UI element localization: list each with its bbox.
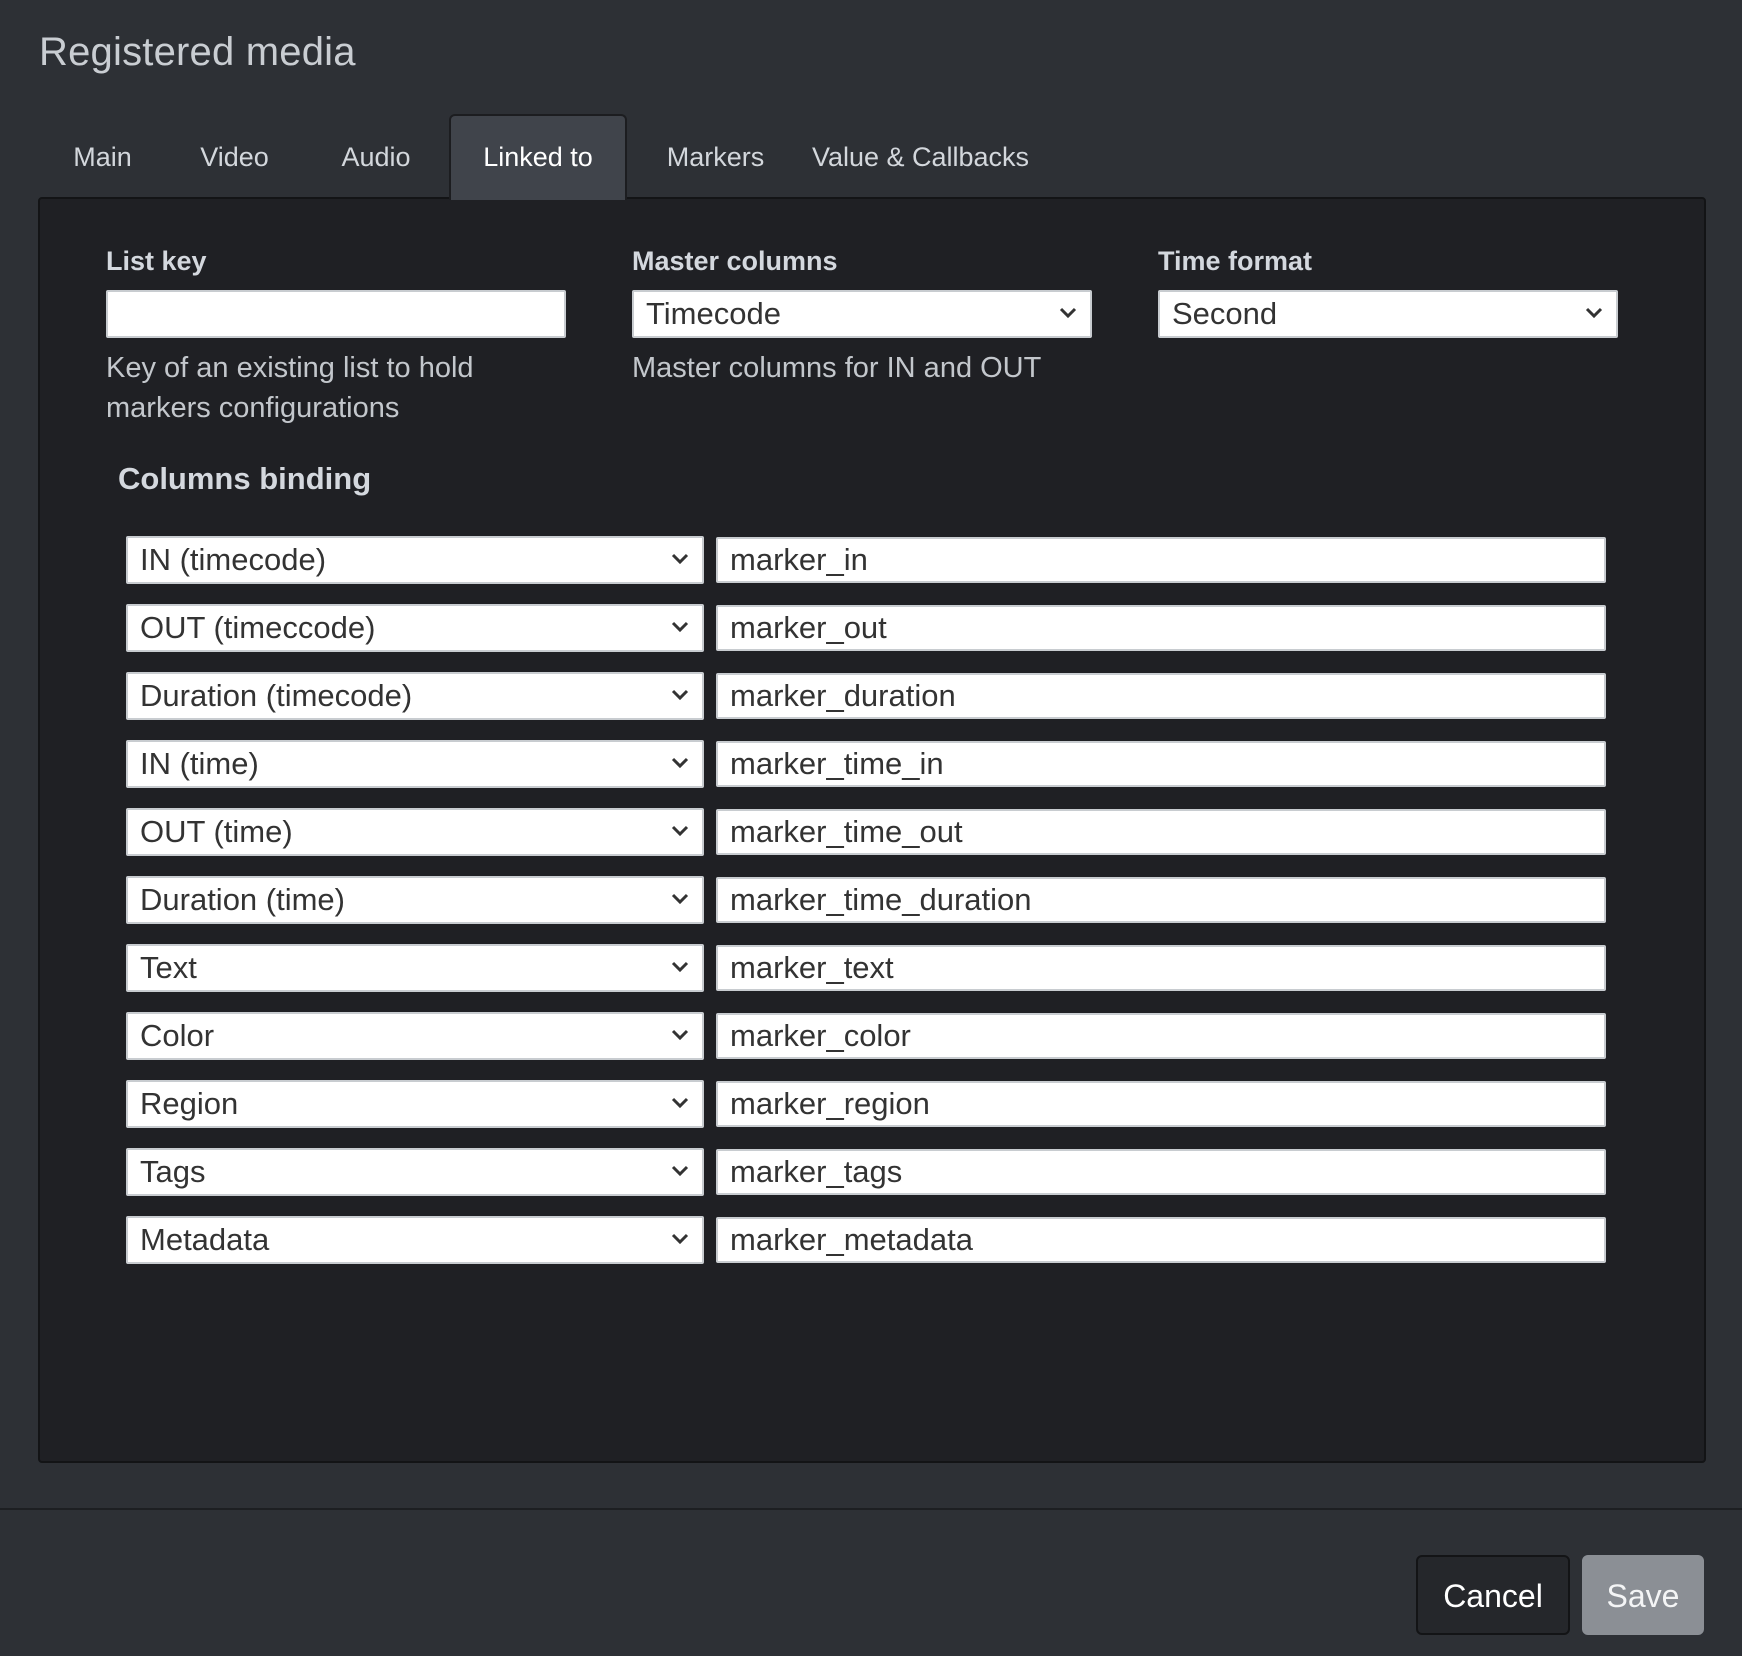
chevron-down-icon <box>671 553 689 565</box>
tab-video[interactable]: Video <box>166 114 303 198</box>
tab-linked-to[interactable]: Linked to <box>449 114 627 200</box>
master-columns-value: Timecode <box>646 296 781 331</box>
binding-column-value: OUT (time) <box>140 814 293 849</box>
binding-column-select[interactable]: Duration (timecode) <box>126 672 704 720</box>
footer-divider <box>0 1508 1742 1510</box>
binding-column-value: IN (time) <box>140 746 259 781</box>
tab-audio[interactable]: Audio <box>303 114 449 198</box>
chevron-down-icon <box>671 621 689 633</box>
tab-bar: Main Video Audio Linked to Markers Value… <box>39 114 1037 200</box>
binding-row: OUT (time) <box>126 808 1606 856</box>
binding-column-value: IN (timecode) <box>140 542 327 577</box>
binding-column-value: Duration (timecode) <box>140 678 413 713</box>
list-key-help: Key of an existing list to hold markers … <box>106 352 474 424</box>
binding-row: Region <box>126 1080 1606 1128</box>
binding-field-input[interactable] <box>716 809 1606 855</box>
binding-row: Color <box>126 1012 1606 1060</box>
binding-column-select[interactable]: Duration (time) <box>126 876 704 924</box>
list-key-input[interactable] <box>106 290 566 338</box>
binding-column-select[interactable]: Region <box>126 1080 704 1128</box>
chevron-down-icon <box>671 1097 689 1109</box>
binding-field-input[interactable] <box>716 537 1606 583</box>
binding-column-value: Text <box>140 950 197 985</box>
binding-field-input[interactable] <box>716 945 1606 991</box>
chevron-down-icon <box>671 893 689 905</box>
binding-row: IN (timecode) <box>126 536 1606 584</box>
time-format-value: Second <box>1172 296 1278 331</box>
save-button[interactable]: Save <box>1582 1555 1704 1635</box>
tab-markers[interactable]: Markers <box>627 114 804 198</box>
binding-field-input[interactable] <box>716 605 1606 651</box>
binding-field-input[interactable] <box>716 1081 1606 1127</box>
binding-column-select[interactable]: OUT (time) <box>126 808 704 856</box>
binding-column-select[interactable]: Tags <box>126 1148 704 1196</box>
chevron-down-icon <box>671 757 689 769</box>
tab-main[interactable]: Main <box>39 114 166 198</box>
binding-column-value: OUT (timeccode) <box>140 610 376 645</box>
master-columns-label: Master columns <box>632 246 838 276</box>
binding-column-select[interactable]: IN (timecode) <box>126 536 704 584</box>
master-columns-select[interactable]: Timecode <box>632 290 1092 338</box>
time-format-label: Time format <box>1158 246 1313 276</box>
binding-column-value: Region <box>140 1086 239 1121</box>
binding-field-input[interactable] <box>716 741 1606 787</box>
chevron-down-icon <box>671 825 689 837</box>
binding-column-select[interactable]: Color <box>126 1012 704 1060</box>
binding-column-value: Tags <box>140 1154 206 1189</box>
binding-column-select[interactable]: Metadata <box>126 1216 704 1264</box>
binding-column-value: Duration (time) <box>140 882 345 917</box>
list-key-label: List key <box>106 246 207 276</box>
binding-row: IN (time) <box>126 740 1606 788</box>
chevron-down-icon <box>1059 307 1077 319</box>
chevron-down-icon <box>671 961 689 973</box>
binding-column-select[interactable]: Text <box>126 944 704 992</box>
binding-field-input[interactable] <box>716 877 1606 923</box>
columns-binding-title: Columns binding <box>118 461 372 496</box>
chevron-down-icon <box>671 1165 689 1177</box>
binding-field-input[interactable] <box>716 1217 1606 1263</box>
binding-row: Text <box>126 944 1606 992</box>
binding-row: Duration (time) <box>126 876 1606 924</box>
binding-field-input[interactable] <box>716 1013 1606 1059</box>
time-format-select[interactable]: Second <box>1158 290 1618 338</box>
chevron-down-icon <box>671 1233 689 1245</box>
binding-column-value: Metadata <box>140 1222 270 1257</box>
chevron-down-icon <box>671 1029 689 1041</box>
binding-column-value: Color <box>140 1018 215 1053</box>
binding-row: Duration (timecode) <box>126 672 1606 720</box>
binding-row: OUT (timeccode) <box>126 604 1606 652</box>
binding-column-select[interactable]: IN (time) <box>126 740 704 788</box>
cancel-button[interactable]: Cancel <box>1416 1555 1570 1635</box>
binding-row: Tags <box>126 1148 1606 1196</box>
binding-field-input[interactable] <box>716 1149 1606 1195</box>
dialog-title: Registered media <box>39 30 356 74</box>
tab-value-callbacks[interactable]: Value & Callbacks <box>804 114 1037 198</box>
chevron-down-icon <box>1585 307 1603 319</box>
master-columns-help: Master columns for IN and OUT <box>632 352 1042 384</box>
chevron-down-icon <box>671 689 689 701</box>
binding-row: Metadata <box>126 1216 1606 1264</box>
binding-column-select[interactable]: OUT (timeccode) <box>126 604 704 652</box>
binding-field-input[interactable] <box>716 673 1606 719</box>
